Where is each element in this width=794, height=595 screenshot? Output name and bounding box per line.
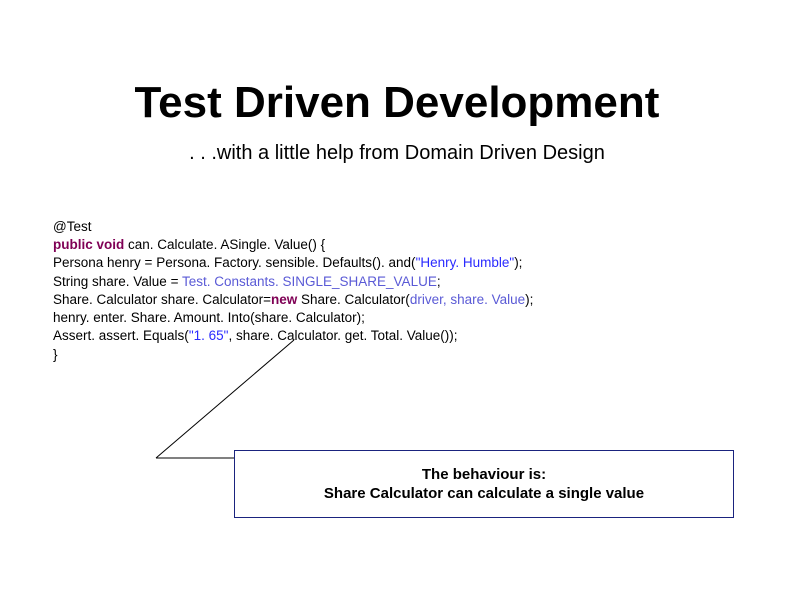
identifier: Test. Constants. SINGLE_SHARE_VALUE <box>182 274 437 289</box>
code-line-2: public void can. Calculate. ASingle. Val… <box>53 236 693 254</box>
slide-subtitle: . . .with a little help from Domain Driv… <box>0 142 794 165</box>
string-literal: "Henry. Humble" <box>416 255 515 270</box>
code-line-3: Persona henry = Persona. Factory. sensib… <box>53 254 693 272</box>
slide-title: Test Driven Development <box>0 78 794 128</box>
code-sample: @Test public void can. Calculate. ASingl… <box>53 218 693 364</box>
code-text: Assert. assert. Equals( <box>53 328 189 343</box>
code-text: can. Calculate. ASingle. Value() { <box>124 237 325 252</box>
behaviour-line-1: The behaviour is: <box>422 465 546 485</box>
behaviour-line-2: Share Calculator can calculate a single … <box>324 484 644 504</box>
code-line-1: @Test <box>53 218 693 236</box>
behaviour-callout: The behaviour is: Share Calculator can c… <box>234 450 734 518</box>
code-text: ); <box>525 292 533 307</box>
code-line-8: } <box>53 346 693 364</box>
code-text: Share. Calculator( <box>297 292 410 307</box>
code-text: ; <box>437 274 441 289</box>
identifier: driver, share. Value <box>410 292 525 307</box>
code-text: Share. Calculator share. Calculator= <box>53 292 271 307</box>
code-line-5: Share. Calculator share. Calculator=new … <box>53 291 693 309</box>
code-line-6: henry. enter. Share. Amount. Into(share.… <box>53 309 693 327</box>
keyword: public void <box>53 237 124 252</box>
string-literal: "1. 65" <box>189 328 229 343</box>
code-line-7: Assert. assert. Equals("1. 65", share. C… <box>53 327 693 345</box>
code-text: ); <box>514 255 522 270</box>
code-text: String share. Value = <box>53 274 182 289</box>
code-line-4: String share. Value = Test. Constants. S… <box>53 273 693 291</box>
code-text: , share. Calculator. get. Total. Value()… <box>228 328 457 343</box>
code-text: Persona henry = Persona. Factory. sensib… <box>53 255 416 270</box>
keyword: new <box>271 292 297 307</box>
